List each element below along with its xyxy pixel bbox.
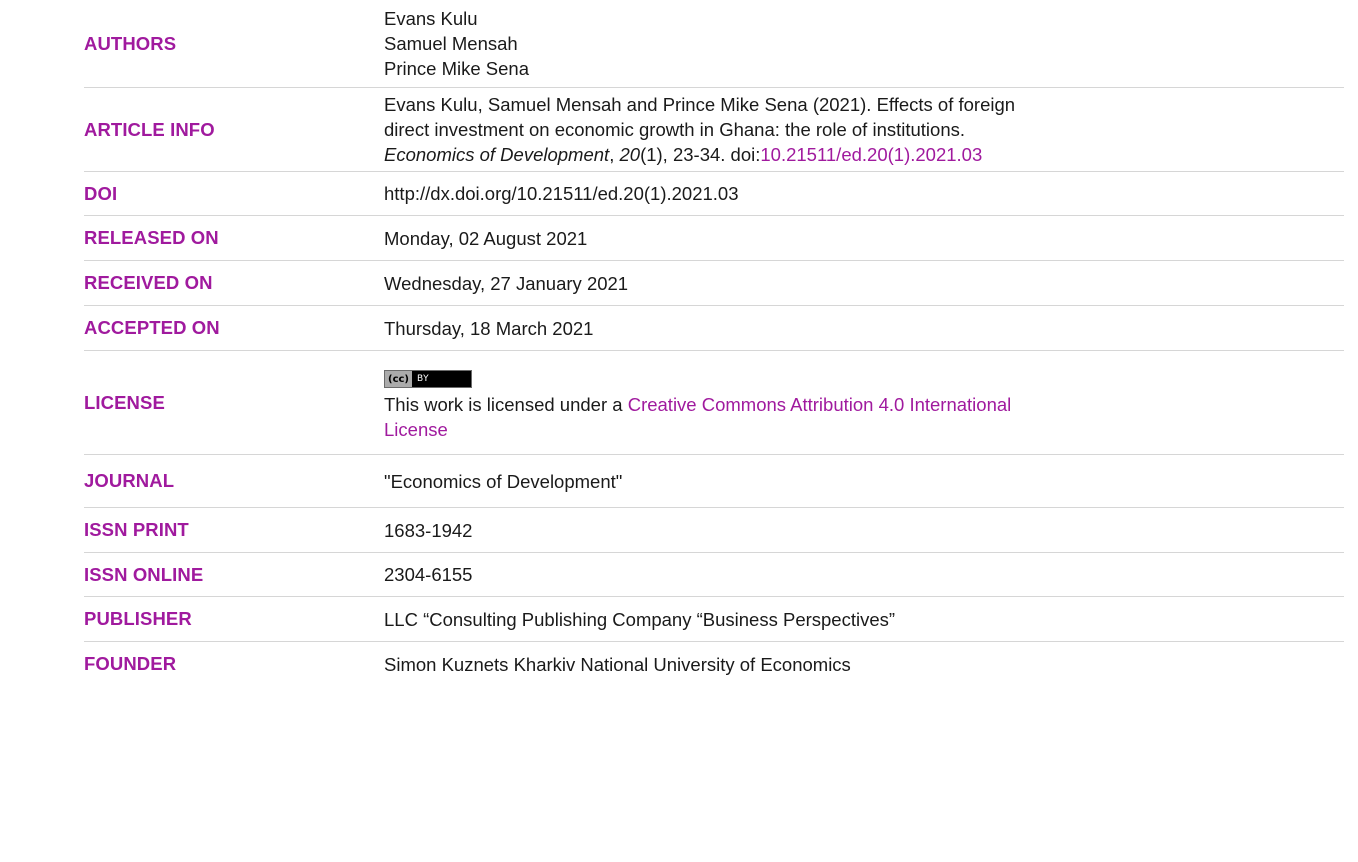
doi-label: DOI xyxy=(84,182,118,204)
row-journal: JOURNAL "Economics of Development" xyxy=(84,455,1344,508)
license-link[interactable]: Creative Commons Attribution 4.0 Interna… xyxy=(628,394,1012,415)
row-doi: DOI http://dx.doi.org/10.21511/ed.20(1).… xyxy=(84,172,1344,216)
released-on-value: Monday, 02 August 2021 xyxy=(384,227,588,249)
row-issn-print: ISSN PRINT 1683-1942 xyxy=(84,508,1344,553)
row-received-on: RECEIVED ON Wednesday, 27 January 2021 xyxy=(84,261,1344,306)
received-on-value: Wednesday, 27 January 2021 xyxy=(384,272,629,294)
row-article-info: ARTICLE INFO Evans Kulu, Samuel Mensah a… xyxy=(84,88,1344,172)
authors-label: AUTHORS xyxy=(84,32,177,54)
citation-line-2: direct investment on economic growth in … xyxy=(384,119,965,140)
journal-label: JOURNAL xyxy=(84,470,175,491)
citation-pages: (1), 23-34. doi: xyxy=(640,144,761,165)
article-info-label: ARTICLE INFO xyxy=(84,118,215,140)
license-link-cont[interactable]: License xyxy=(384,419,448,440)
author-name: Prince Mike Sena xyxy=(384,58,529,79)
row-released-on: RELEASED ON Monday, 02 August 2021 xyxy=(84,216,1344,261)
row-accepted-on: ACCEPTED ON Thursday, 18 March 2021 xyxy=(84,306,1344,351)
citation-line-3: Economics of Development, 20(1), 23-34. … xyxy=(384,142,1344,167)
founder-label: FOUNDER xyxy=(84,653,177,674)
citation-doi-link[interactable]: 10.21511/ed.20(1).2021.03 xyxy=(760,144,982,165)
issn-print-value: 1683-1942 xyxy=(384,519,473,541)
accepted-on-value: Thursday, 18 March 2021 xyxy=(384,317,594,339)
issn-print-label: ISSN PRINT xyxy=(84,519,189,540)
license-text: This work is licensed under a xyxy=(384,394,628,416)
article-info-table: AUTHORS Evans Kulu Samuel Mensah Prince … xyxy=(84,0,1344,686)
cc-badge-cc: (cc) xyxy=(385,371,413,388)
doi-value[interactable]: http://dx.doi.org/10.21511/ed.20(1).2021… xyxy=(384,181,1344,206)
cc-by-badge-icon[interactable]: (cc) BY xyxy=(384,370,472,389)
row-issn-online: ISSN ONLINE 2304-6155 xyxy=(84,553,1344,597)
founder-value: Simon Kuznets Kharkiv National Universit… xyxy=(384,653,851,675)
citation-line-1: Evans Kulu, Samuel Mensah and Prince Mik… xyxy=(384,94,1016,115)
citation-journal: Economics of Development xyxy=(384,144,610,165)
journal-value: "Economics of Development" xyxy=(384,470,623,492)
citation-comma: , xyxy=(609,144,620,165)
row-authors: AUTHORS Evans Kulu Samuel Mensah Prince … xyxy=(84,0,1344,88)
released-on-label: RELEASED ON xyxy=(84,227,219,248)
license-label: LICENSE xyxy=(84,391,165,413)
issn-online-value: 2304-6155 xyxy=(384,564,473,585)
received-on-label: RECEIVED ON xyxy=(84,272,213,293)
row-founder: FOUNDER Simon Kuznets Kharkiv National U… xyxy=(84,642,1344,686)
accepted-on-label: ACCEPTED ON xyxy=(84,317,220,338)
license-value: (cc) BY This work is licensed under a Cr… xyxy=(384,363,1344,443)
issn-online-label: ISSN ONLINE xyxy=(84,563,204,585)
cc-badge-by: BY xyxy=(417,373,430,384)
authors-value: Evans Kulu Samuel Mensah Prince Mike Sen… xyxy=(384,6,1344,81)
row-publisher: PUBLISHER LLC “Consulting Publishing Com… xyxy=(84,597,1344,642)
article-info-value: Evans Kulu, Samuel Mensah and Prince Mik… xyxy=(384,92,1344,167)
publisher-label: PUBLISHER xyxy=(84,608,192,629)
publisher-value: LLC “Consulting Publishing Company “Busi… xyxy=(384,608,896,630)
author-name: Evans Kulu xyxy=(384,8,478,29)
citation-volume: 20 xyxy=(619,144,641,165)
license-text-line: This work is licensed under a Creative C… xyxy=(384,392,1344,417)
author-name: Samuel Mensah xyxy=(384,33,518,54)
row-license: LICENSE (cc) BY This work is licensed un… xyxy=(84,351,1344,455)
